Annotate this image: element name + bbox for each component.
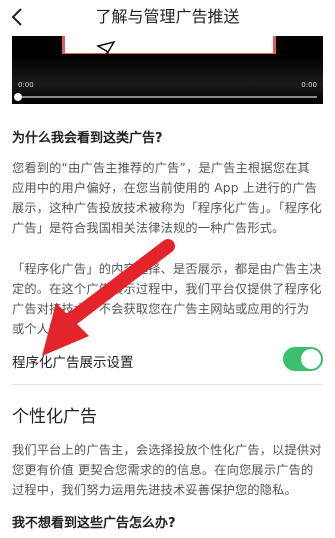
- progress-handle[interactable]: [14, 93, 22, 101]
- paragraph-line: 应用中的用户偏好，在您当前使用的 App 上进行的广告: [12, 181, 318, 195]
- setting-label: 程序化广告展示设置: [12, 355, 134, 371]
- top-bar: 了解与管理广告推送: [0, 0, 335, 36]
- paragraph-line: 展示，这种广告投放技术被称为「程序化广告」。「程序化: [12, 201, 322, 215]
- programmatic-ads-setting-row: 程序化广告展示设置: [12, 343, 323, 379]
- paragraph-line: 您更有价值 更契合您需求的的信息。在向您展示广告的: [12, 463, 314, 477]
- paragraph-personalized-ads: 我们平台上的广告主，会选择投放个性化广告，以提供对 您更有价值 更契合您需求的的…: [12, 440, 323, 500]
- chevron-left-icon: [11, 8, 22, 26]
- paragraph-line: 广告对接技术，不会获取您在广告主网站或应用的行为: [12, 302, 310, 316]
- paragraph-line: 定的。在这个广告展示过程中，我们平台仅提供了程序化: [12, 282, 322, 296]
- video-player[interactable]: 0:00 0:00: [12, 36, 323, 104]
- paragraph-line: 「程序化广告」的内容选择、是否展示，都是由广告主决: [12, 262, 322, 276]
- section-heading-personalized: 个性化广告: [12, 407, 97, 427]
- page-title: 了解与管理广告推送: [95, 7, 240, 26]
- paragraph-line: 我们平台上的广告主，会选择投放个性化广告，以提供对: [12, 443, 322, 457]
- paragraph-ad-selection: 「程序化广告」的内容选择、是否展示，都是由广告主决 定的。在这个广告展示过程中，…: [12, 259, 323, 339]
- paragraph-line: 您看到的“由广告主推荐的广告”，是广告主根据您在其: [12, 161, 310, 175]
- current-time: 0:00: [18, 81, 34, 89]
- toggle-knob: [301, 349, 321, 369]
- paragraph-line: 广告」是符合我国相关法律法规的一种广告形式。: [12, 221, 285, 235]
- paragraph-line: 或个人数据。: [12, 322, 87, 336]
- paragraph-programmatic-ads: 您看到的“由广告主推荐的广告”，是广告主根据您在其 应用中的用户偏好，在您当前使…: [12, 158, 323, 238]
- progress-bar[interactable]: [14, 93, 317, 101]
- section-heading-why: 为什么我会看到这类广告?: [12, 131, 163, 146]
- section-heading-opt-out: 我不想看到这些广告怎么办?: [12, 516, 176, 531]
- divider: [12, 384, 323, 385]
- paragraph-line: 过程中，我们努力运用先进技术妥善保护您的隐私。: [12, 483, 297, 497]
- programmatic-ads-toggle[interactable]: [283, 347, 323, 371]
- duration-time: 0:00: [301, 81, 317, 89]
- back-button[interactable]: [4, 3, 32, 31]
